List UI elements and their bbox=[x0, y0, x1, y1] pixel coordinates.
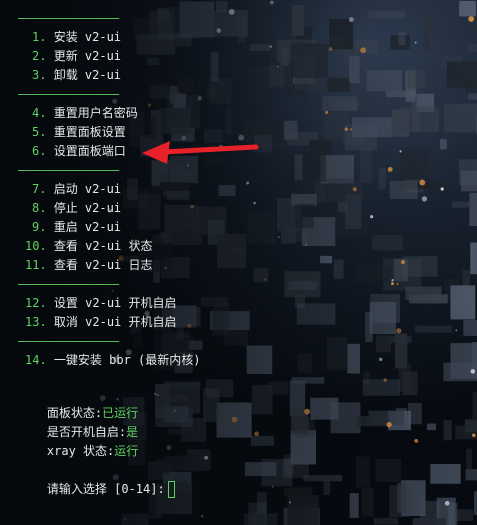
menu-item-number: 12. bbox=[25, 296, 47, 310]
menu-item-number: 6. bbox=[32, 144, 47, 158]
menu-item-1[interactable]: 1. 安装 v2-ui bbox=[32, 28, 121, 47]
xray-status-value: 运行 bbox=[114, 444, 139, 458]
menu-separator: —————————————— bbox=[18, 163, 120, 177]
menu-item-label: 启动 v2-ui bbox=[53, 182, 122, 196]
menu-item-12[interactable]: 12. 设置 v2-ui 开机自启 bbox=[25, 294, 177, 313]
menu-item-label: 一键安装 bbr (最新内核) bbox=[53, 353, 201, 367]
menu-item-number: 1. bbox=[32, 30, 47, 44]
text-cursor[interactable] bbox=[167, 481, 175, 498]
menu-item-label: 取消 v2-ui 开机自启 bbox=[53, 315, 177, 329]
red-arrow-icon bbox=[142, 141, 259, 164]
menu-item-10[interactable]: 10. 查看 v2-ui 状态 bbox=[25, 237, 153, 256]
menu-item-label: 停止 v2-ui bbox=[53, 201, 122, 215]
menu-item-label: 重启 v2-ui bbox=[53, 220, 122, 234]
menu-item-label: 查看 v2-ui 日志 bbox=[53, 258, 153, 272]
menu-item-7[interactable]: 7. 启动 v2-ui bbox=[32, 180, 121, 199]
menu-item-label: 卸载 v2-ui bbox=[53, 68, 122, 82]
menu-separator: —————————————— bbox=[18, 87, 120, 101]
menu-item-11[interactable]: 11. 查看 v2-ui 日志 bbox=[25, 256, 153, 275]
menu-separator: —————————————— bbox=[18, 277, 120, 291]
menu-item-number: 5. bbox=[32, 125, 47, 139]
menu-item-9[interactable]: 9. 重启 v2-ui bbox=[32, 218, 121, 237]
menu-item-label: 重置用户名密码 bbox=[53, 106, 138, 120]
menu-item-number: 2. bbox=[32, 49, 47, 63]
terminal-window: —————————————— 1. 安装 v2-ui 2. 更新 v2-ui 3. 卸… bbox=[0, 0, 477, 525]
menu-item-number: 11. bbox=[25, 258, 47, 272]
menu-item-label: 设置面板端口 bbox=[53, 144, 126, 158]
input-prompt-label: 请输入选择 [0-14]: bbox=[46, 482, 165, 496]
menu-item-number: 4. bbox=[32, 106, 47, 120]
menu-item-number: 7. bbox=[32, 182, 47, 196]
input-prompt-line[interactable]: 请输入选择 [0-14]: bbox=[18, 461, 175, 518]
menu-item-3[interactable]: 3. 卸载 v2-ui bbox=[32, 66, 121, 85]
menu-item-5[interactable]: 5. 重置面板设置 bbox=[32, 123, 126, 142]
menu-item-4[interactable]: 4. 重置用户名密码 bbox=[32, 104, 138, 123]
menu-item-number: 3. bbox=[32, 68, 47, 82]
menu-item-8[interactable]: 8. 停止 v2-ui bbox=[32, 199, 121, 218]
menu-item-label: 设置 v2-ui 开机自启 bbox=[53, 296, 177, 310]
menu-item-number: 13. bbox=[25, 315, 47, 329]
menu-separator: —————————————— bbox=[18, 11, 120, 25]
menu-item-label: 更新 v2-ui bbox=[53, 49, 122, 63]
menu-item-number: 14. bbox=[25, 353, 47, 367]
menu-item-number: 10. bbox=[25, 239, 47, 253]
menu-item-number: 8. bbox=[32, 201, 47, 215]
menu-item-number: 9. bbox=[32, 220, 47, 234]
menu-item-6[interactable]: 6. 设置面板端口 bbox=[32, 142, 126, 161]
menu-item-label: 查看 v2-ui 状态 bbox=[53, 239, 153, 253]
menu-item-2[interactable]: 2. 更新 v2-ui bbox=[32, 47, 121, 66]
menu-separator: —————————————— bbox=[18, 334, 120, 348]
menu-item-label: 安装 v2-ui bbox=[53, 30, 122, 44]
menu-item-label: 重置面板设置 bbox=[53, 125, 126, 139]
menu-item-13[interactable]: 13. 取消 v2-ui 开机自启 bbox=[25, 313, 177, 332]
xray-status-label: xray 状态: bbox=[46, 444, 115, 458]
menu-item-14[interactable]: 14. 一键安装 bbr (最新内核) bbox=[25, 351, 201, 370]
